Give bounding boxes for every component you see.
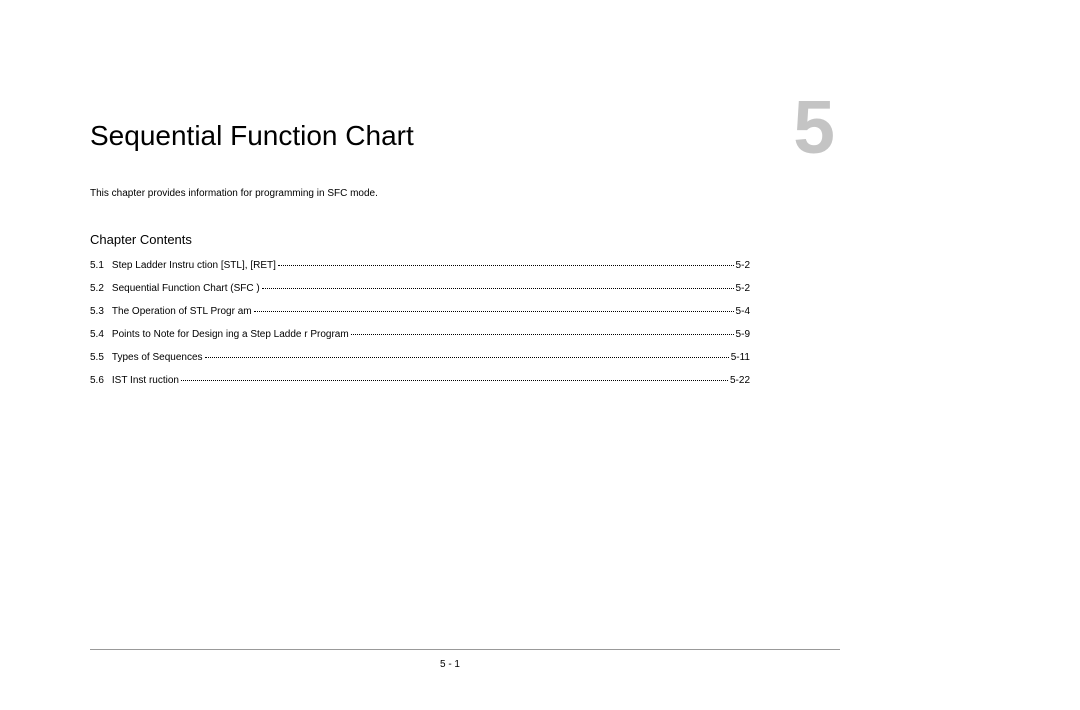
toc-entry-title: The Operation of STL Progr am — [112, 306, 252, 317]
toc-entry-page: 5-2 — [736, 260, 750, 271]
toc-entry-number: 5.4 — [90, 329, 104, 340]
page-container: 5 Sequential Function Chart This chapter… — [0, 0, 1080, 710]
toc-dots — [181, 380, 728, 381]
toc-dots — [205, 357, 729, 358]
chapter-title: Sequential Function Chart — [90, 120, 414, 152]
toc-entry: 5.1 Step Ladder Instru ction [STL], [RET… — [90, 260, 750, 271]
toc-entry-title: IST Inst ruction — [112, 375, 179, 386]
toc-entry-page: 5-9 — [736, 329, 750, 340]
toc-entry-page: 5-11 — [731, 352, 750, 363]
toc-dots — [254, 311, 734, 312]
toc-dots — [351, 334, 734, 335]
toc-list: 5.1 Step Ladder Instru ction [STL], [RET… — [90, 260, 750, 398]
toc-entry-title: Types of Sequences — [112, 352, 203, 363]
toc-dots — [262, 288, 734, 289]
toc-entry-page: 5-2 — [736, 283, 750, 294]
toc-entry: 5.5 Types of Sequences 5-11 — [90, 352, 750, 363]
toc-entry: 5.4 Points to Note for Design ing a Step… — [90, 329, 750, 340]
toc-entry-number: 5.1 — [90, 260, 104, 271]
page-number-footer: 5 - 1 — [0, 659, 900, 670]
footer-rule — [90, 649, 840, 650]
contents-heading: Chapter Contents — [90, 232, 192, 247]
toc-entry-number: 5.2 — [90, 283, 104, 294]
toc-entry: 5.6 IST Inst ruction 5-22 — [90, 375, 750, 386]
toc-entry-page: 5-22 — [730, 375, 750, 386]
toc-entry: 5.2 Sequential Function Chart (SFC ) 5-2 — [90, 283, 750, 294]
toc-dots — [278, 265, 734, 266]
toc-entry-title: Points to Note for Design ing a Step Lad… — [112, 329, 349, 340]
toc-entry-number: 5.3 — [90, 306, 104, 317]
toc-entry-page: 5-4 — [736, 306, 750, 317]
toc-entry-title: Sequential Function Chart (SFC ) — [112, 283, 260, 294]
toc-entry: 5.3 The Operation of STL Progr am 5-4 — [90, 306, 750, 317]
header-region: Sequential Function Chart — [90, 120, 840, 152]
chapter-description: This chapter provides information for pr… — [90, 188, 378, 199]
toc-entry-number: 5.6 — [90, 375, 104, 386]
toc-entry-number: 5.5 — [90, 352, 104, 363]
toc-entry-title: Step Ladder Instru ction [STL], [RET] — [112, 260, 276, 271]
